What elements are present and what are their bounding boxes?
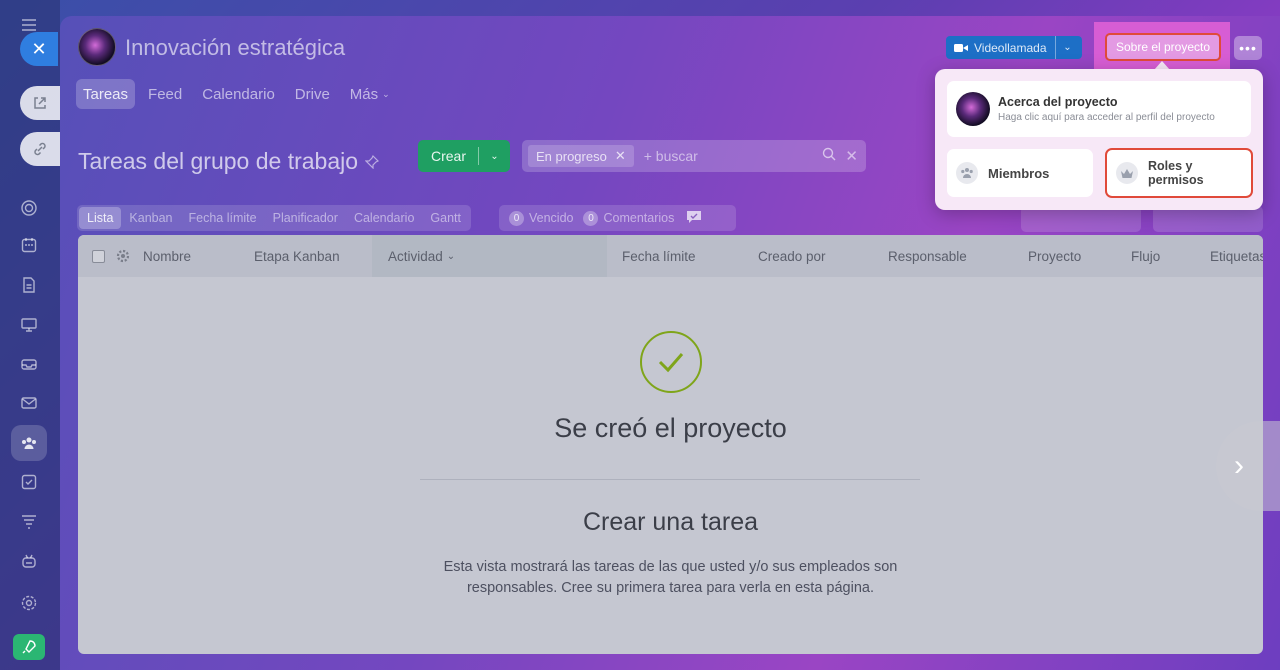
roles-permissions-card[interactable]: Roles y permisos [1105, 148, 1253, 198]
calendar-icon[interactable] [19, 236, 39, 254]
view-gantt[interactable]: Gantt [422, 207, 469, 229]
robot-icon[interactable] [19, 552, 39, 570]
video-call-button[interactable]: Videollamada ⌄ [946, 36, 1082, 59]
filter-chip-label: En progreso [536, 148, 607, 164]
members-label: Miembros [988, 165, 1050, 181]
description-line: Esta vista mostrará las tareas de las qu… [443, 559, 898, 575]
column-actividad[interactable]: Actividad ⌄ [372, 235, 607, 277]
counter-label: Comentarios [603, 211, 675, 225]
view-switcher: Lista Kanban Fecha límite Planificador C… [77, 205, 471, 231]
search-placeholder[interactable]: + buscar [644, 148, 823, 164]
column-responsable[interactable]: Responsable [888, 235, 967, 277]
open-new-window-icon[interactable] [20, 86, 60, 120]
column-nombre[interactable]: Nombre [143, 235, 191, 277]
column-fecha-limite[interactable]: Fecha límite [622, 235, 696, 277]
rocket-icon[interactable] [13, 634, 45, 660]
tasks-icon[interactable] [19, 473, 39, 491]
grid-header: Nombre Etapa Kanban Actividad ⌄ Fecha lí… [78, 235, 1263, 277]
column-proyecto[interactable]: Proyecto [1028, 235, 1081, 277]
column-creado-por[interactable]: Creado por [758, 235, 826, 277]
project-title: Innovación estratégica [125, 35, 346, 60]
tab-tareas[interactable]: Tareas [76, 79, 136, 109]
empty-state-description: Esta vista mostrará las tareas de las qu… [78, 557, 1263, 599]
counter-vencido[interactable]: 0 Vencido [509, 210, 574, 226]
chevron-down-icon[interactable]: ⌄ [479, 151, 510, 162]
empty-state-title: Se creó el proyecto [554, 413, 787, 443]
task-counters: 0 Vencido 0 Comentarios [499, 205, 736, 231]
chevron-down-icon[interactable]: ⌄ [1056, 42, 1080, 53]
description-line: responsables. Cree su primera tarea para… [466, 580, 875, 596]
roles-label-line: permisos [1148, 173, 1204, 187]
chevron-down-icon: ⌄ [382, 88, 390, 99]
copy-link-icon[interactable] [20, 132, 60, 166]
view-fecha-limite[interactable]: Fecha límite [181, 207, 265, 229]
counter-comentarios[interactable]: 0 Comentarios [583, 210, 675, 226]
counter-count: 0 [509, 210, 524, 226]
about-project-card[interactable]: Acerca del proyecto Haga clic aquí para … [947, 81, 1251, 137]
column-actividad-label: Actividad [388, 248, 443, 264]
create-task-button[interactable]: Crear ⌄ [418, 140, 510, 172]
success-check-icon [640, 331, 702, 393]
remove-chip-icon[interactable]: ✕ [615, 148, 626, 164]
filter-chip[interactable]: En progreso ✕ [528, 145, 634, 167]
presentation-icon[interactable] [19, 316, 39, 334]
search-icon[interactable] [822, 147, 837, 166]
project-avatar[interactable] [78, 28, 116, 66]
column-flujo[interactable]: Flujo [1131, 235, 1160, 277]
select-all-checkbox[interactable] [92, 235, 105, 277]
read-all-comments-icon[interactable] [686, 210, 702, 227]
roles-permissions-label: Roles y permisos [1148, 159, 1218, 187]
inbox-icon[interactable] [19, 355, 39, 373]
project-tabs: Tareas Feed Calendario Drive Más ⌄ [76, 79, 397, 109]
camera-icon [954, 43, 968, 52]
chevron-down-icon: ⌄ [446, 250, 456, 262]
members-card[interactable]: Miembros [947, 149, 1093, 197]
tab-calendario[interactable]: Calendario [195, 79, 282, 109]
divider [420, 479, 920, 480]
settings-icon[interactable] [19, 594, 39, 612]
close-slider-button[interactable]: ✕ [20, 32, 58, 66]
tab-mas[interactable]: Más ⌄ [343, 79, 397, 109]
column-etapa-kanban[interactable]: Etapa Kanban [254, 235, 340, 277]
more-options-button[interactable]: ••• [1234, 36, 1262, 60]
roles-label-line: Roles y [1148, 159, 1193, 173]
left-rail: ✕ [0, 0, 60, 670]
about-project-title: Acerca del proyecto [998, 95, 1118, 109]
clear-search-icon[interactable]: ✕ [845, 147, 858, 165]
video-call-label: Videollamada [974, 40, 1047, 55]
about-project-popup: Acerca del proyecto Haga clic aquí para … [935, 69, 1263, 210]
column-etiquetas[interactable]: Etiquetas [1210, 235, 1263, 277]
mail-icon[interactable] [19, 394, 39, 412]
about-project-subtitle: Haga clic aquí para acceder al perfil de… [998, 112, 1215, 123]
create-task-heading: Crear una tarea [582, 508, 759, 536]
tab-feed[interactable]: Feed [141, 79, 189, 109]
view-kanban[interactable]: Kanban [121, 207, 180, 229]
view-calendario[interactable]: Calendario [346, 207, 422, 229]
tab-drive[interactable]: Drive [288, 79, 337, 109]
counter-label: Vencido [529, 211, 574, 225]
target-icon[interactable] [19, 199, 39, 217]
view-lista[interactable]: Lista [79, 207, 122, 229]
create-label: Crear [431, 148, 467, 164]
view-planificador[interactable]: Planificador [265, 207, 346, 229]
gear-icon[interactable] [116, 235, 130, 277]
workgroups-icon[interactable] [19, 434, 39, 452]
filter-search-input[interactable]: En progreso ✕ + buscar ✕ [522, 140, 866, 172]
page-title: Tareas del grupo de trabajo [78, 148, 359, 174]
about-project-button[interactable]: Sobre el proyecto [1105, 33, 1221, 61]
counter-count: 0 [583, 210, 599, 226]
tab-mas-label: Más [349, 85, 379, 103]
funnel-icon[interactable] [19, 513, 39, 531]
pin-icon[interactable] [365, 155, 379, 169]
tasks-grid: Nombre Etapa Kanban Actividad ⌄ Fecha lí… [78, 235, 1263, 654]
crown-icon [1116, 162, 1138, 184]
document-icon[interactable] [19, 276, 39, 294]
members-icon [956, 162, 978, 184]
project-avatar [956, 92, 990, 126]
